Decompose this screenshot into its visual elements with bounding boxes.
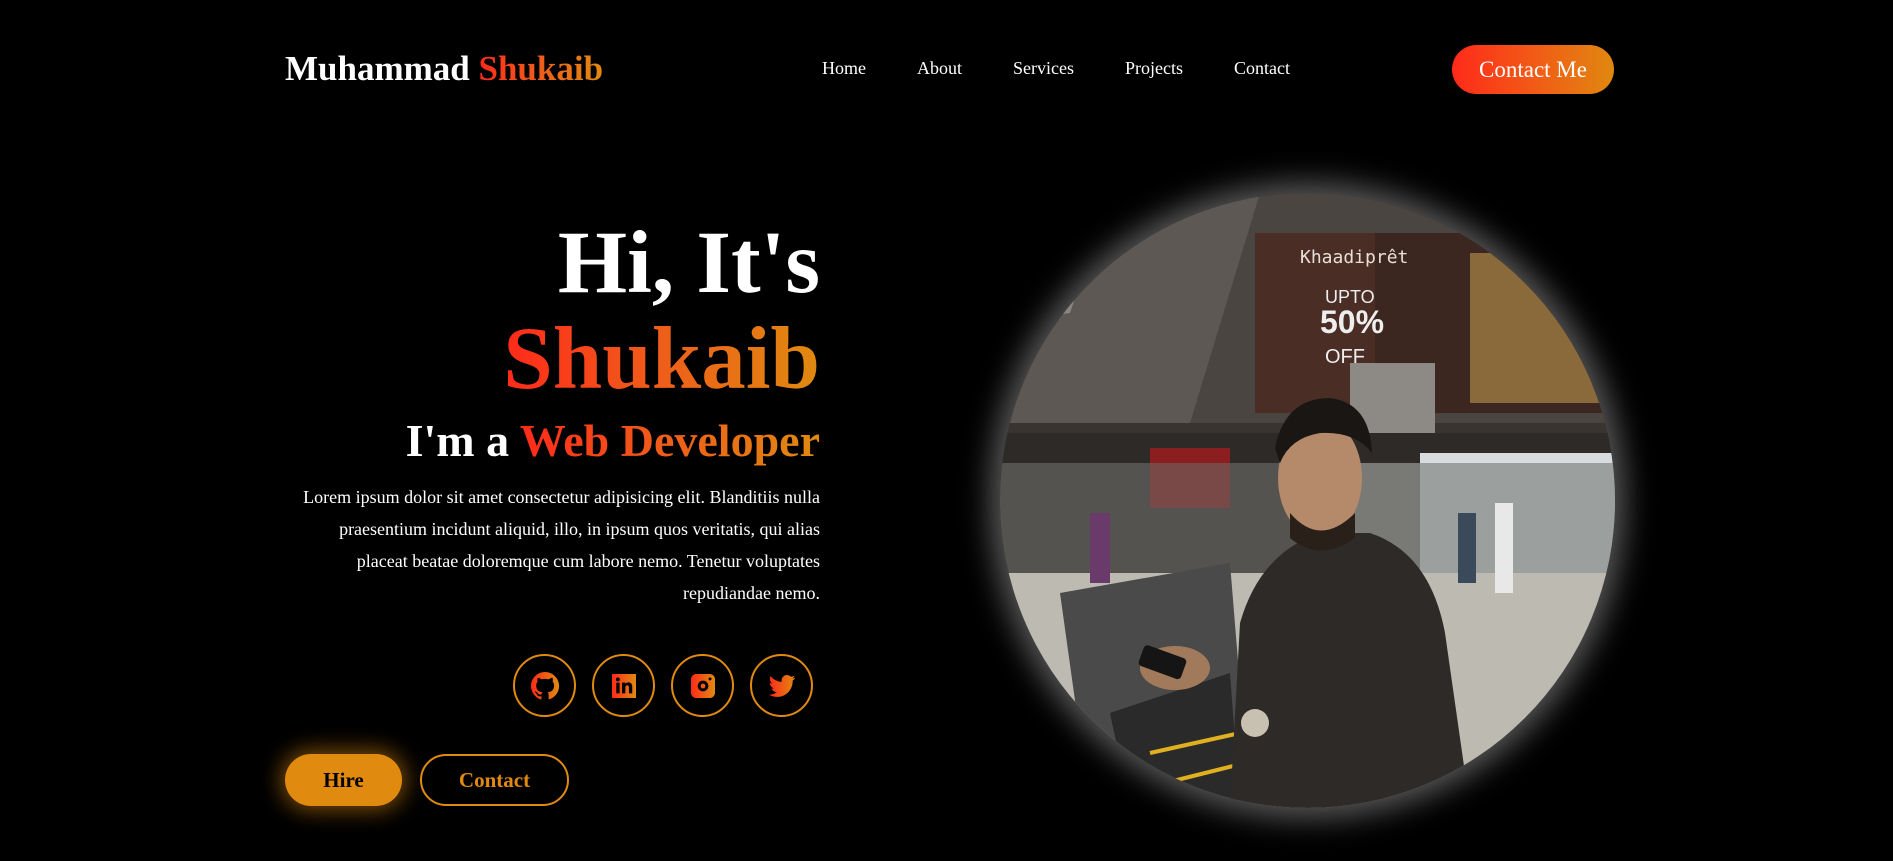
role-title: Web Developer: [519, 415, 820, 466]
nav-projects[interactable]: Projects: [1125, 58, 1183, 79]
sign-brand-text: Khaadiprêt: [1300, 247, 1408, 268]
twitter-icon: [768, 674, 795, 697]
nav-about[interactable]: About: [917, 58, 962, 79]
hero-name: Shukaib: [503, 310, 820, 408]
sign-percent-text: 50%: [1320, 304, 1384, 340]
contact-button[interactable]: Contact: [420, 754, 569, 806]
main-nav: Home About Services Projects Contact: [822, 58, 1290, 79]
nav-services[interactable]: Services: [1013, 58, 1074, 79]
linkedin-icon: [611, 673, 636, 698]
hero-intro: Hi, It's Shukaib I'm a Web Developer Lor…: [285, 215, 820, 609]
profile-photo: Khaadiprêt UPTO 50% OFF: [1000, 193, 1615, 808]
hero-greeting: Hi, It's: [557, 214, 820, 312]
github-link[interactable]: [513, 654, 576, 717]
twitter-link[interactable]: [750, 654, 813, 717]
role-prefix: I'm a: [405, 415, 510, 466]
contact-me-button[interactable]: Contact Me: [1452, 45, 1614, 94]
linkedin-link[interactable]: [592, 654, 655, 717]
nav-contact[interactable]: Contact: [1234, 58, 1290, 79]
instagram-link[interactable]: [671, 654, 734, 717]
profile-photo-illustration: Khaadiprêt UPTO 50% OFF: [1000, 193, 1615, 808]
instagram-icon: [690, 673, 715, 698]
nav-home[interactable]: Home: [822, 58, 866, 79]
hire-button[interactable]: Hire: [285, 754, 402, 806]
hero-description: Lorem ipsum dolor sit amet consectetur a…: [303, 487, 820, 603]
brand-first-name: Muhammad: [285, 49, 470, 88]
social-links: [513, 654, 813, 717]
hero-role: I'm a Web Developer: [285, 411, 820, 471]
site-header: Muhammad Shukaib Home About Services Pro…: [0, 0, 1893, 140]
brand-last-name: Shukaib: [478, 49, 604, 88]
github-icon: [530, 671, 559, 699]
brand-logo[interactable]: Muhammad Shukaib: [285, 49, 603, 89]
